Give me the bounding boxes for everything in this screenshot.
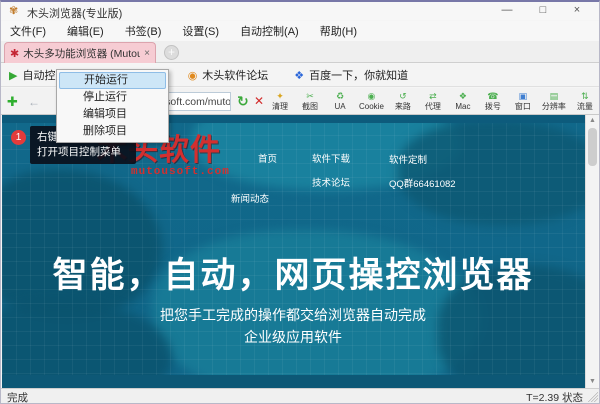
hero-subtitle-2: 企业级应用软件 (2, 327, 584, 347)
tool-dial[interactable]: ☎ 拨号 (482, 89, 504, 114)
tool-clean[interactable]: ✦ 清理 (269, 89, 291, 114)
site-nav-download[interactable]: 软件下载 (312, 151, 350, 165)
menu-bar: 文件(F) 编辑(E) 书签(B) 设置(S) 自动控制(A) 帮助(H) (1, 21, 599, 41)
status-timing: T=2.39 状态 (526, 390, 583, 404)
site-nav-qq-group[interactable]: QQ群66461082 (389, 176, 456, 190)
site-nav-news[interactable]: 新闻动态 (231, 191, 269, 205)
menu-item-start-run[interactable]: 开始运行 (59, 72, 166, 89)
site-nav-forum[interactable]: 技术论坛 (312, 175, 350, 189)
tool-screenshot[interactable]: ✂ 截图 (299, 89, 321, 114)
forum-icon: ◉ (188, 69, 198, 82)
new-tab-button[interactable]: + (164, 45, 179, 60)
window-title: 木头浏览器(专业版) (27, 5, 122, 21)
scrollbar-thumb[interactable] (588, 128, 597, 166)
watermark-domain: mutousoft.com (131, 166, 230, 178)
bookmark-label: 百度一下，你就知道 (309, 67, 408, 83)
tooltip-line2: 打开项目控制菜单 (37, 145, 129, 160)
baidu-icon: ❖ (294, 69, 304, 82)
bookmark-baidu[interactable]: ❖ 百度一下，你就知道 (294, 67, 408, 83)
title-bar: ✾ 木头浏览器(专业版) — □ × (1, 2, 599, 20)
tool-window[interactable]: ▣ 窗口 (512, 89, 534, 114)
project-context-menu: 开始运行 停止运行 编辑项目 删除项目 (56, 69, 169, 143)
tab-favicon-icon: ✱ (10, 47, 19, 60)
site-nav-custom[interactable]: 软件定制 (389, 152, 427, 166)
resize-grip[interactable] (588, 392, 598, 402)
menu-item-stop-run[interactable]: 停止运行 (59, 89, 166, 106)
maximize-button[interactable]: □ (527, 2, 559, 20)
tool-mac[interactable]: ❖ Mac (452, 89, 474, 114)
stop-icon[interactable]: ✕ (254, 94, 264, 108)
tool-proxy[interactable]: ⇄ 代理 (422, 89, 444, 114)
hero-subtitle-1: 把您手工完成的操作都交给浏览器自动完成 (2, 305, 584, 325)
hero-title: 智能，自动，网页操控浏览器 (2, 247, 584, 298)
play-icon: ▶ (9, 69, 17, 82)
app-icon: ✾ (9, 4, 18, 17)
scroll-down-icon[interactable]: ▼ (586, 376, 598, 388)
menu-settings[interactable]: 设置(S) (182, 23, 219, 39)
tool-traffic[interactable]: ⇅ 流量 (574, 89, 596, 114)
tool-ua[interactable]: ♻ UA (329, 89, 351, 114)
menu-file[interactable]: 文件(F) (10, 23, 46, 39)
back-icon[interactable]: ← (28, 95, 40, 109)
tab-bar: ✱ 木头多功能浏览器 (Mutou × + (1, 41, 599, 63)
tool-resolution[interactable]: ▤ 分辨率 (542, 89, 566, 114)
tab-active[interactable]: ✱ 木头多功能浏览器 (Mutou × (4, 42, 156, 63)
status-text: 完成 (7, 390, 28, 404)
bookmark-mutou-forum[interactable]: ◉ 木头软件论坛 (188, 67, 269, 83)
tab-close-icon[interactable]: × (144, 48, 150, 59)
tool-referer[interactable]: ↺ 来路 (392, 89, 414, 114)
menu-help[interactable]: 帮助(H) (320, 23, 357, 39)
notification-badge: 1 (11, 130, 26, 145)
menu-bookmarks[interactable]: 书签(B) (125, 23, 162, 39)
page-scrollbar[interactable]: ▲ ▼ (585, 115, 598, 388)
scroll-up-icon[interactable]: ▲ (586, 115, 598, 127)
menu-item-delete-project[interactable]: 删除项目 (59, 123, 166, 140)
tool-cookie[interactable]: ◉ Cookie (359, 89, 384, 114)
tab-label: 木头多功能浏览器 (Mutou (23, 46, 140, 61)
status-bar: 完成 T=2.39 状态 (1, 388, 599, 403)
web-page-viewport: 1 右键点击项目书签 打开项目控制菜单 木头软件 mutousoft.com 首… (2, 115, 598, 388)
menu-item-edit-project[interactable]: 编辑项目 (59, 106, 166, 123)
add-project-icon[interactable]: ✚ (7, 94, 18, 110)
site-nav-home[interactable]: 首页 (258, 151, 277, 165)
close-button[interactable]: × (561, 2, 593, 20)
menu-edit[interactable]: 编辑(E) (67, 23, 104, 39)
bookmark-label: 木头软件论坛 (202, 67, 268, 83)
minimize-button[interactable]: — (491, 2, 523, 20)
browser-window: ✾ 木头浏览器(专业版) — □ × 文件(F) 编辑(E) 书签(B) 设置(… (0, 0, 600, 404)
page-bottom-strip (2, 375, 598, 388)
menu-autocontrol[interactable]: 自动控制(A) (240, 23, 299, 39)
tool-strip: ✦ 清理 ✂ 截图 ♻ UA ◉ Cookie ↺ 来路 ⇄ 代理 (269, 89, 596, 114)
refresh-icon[interactable]: ↻ (237, 93, 249, 110)
